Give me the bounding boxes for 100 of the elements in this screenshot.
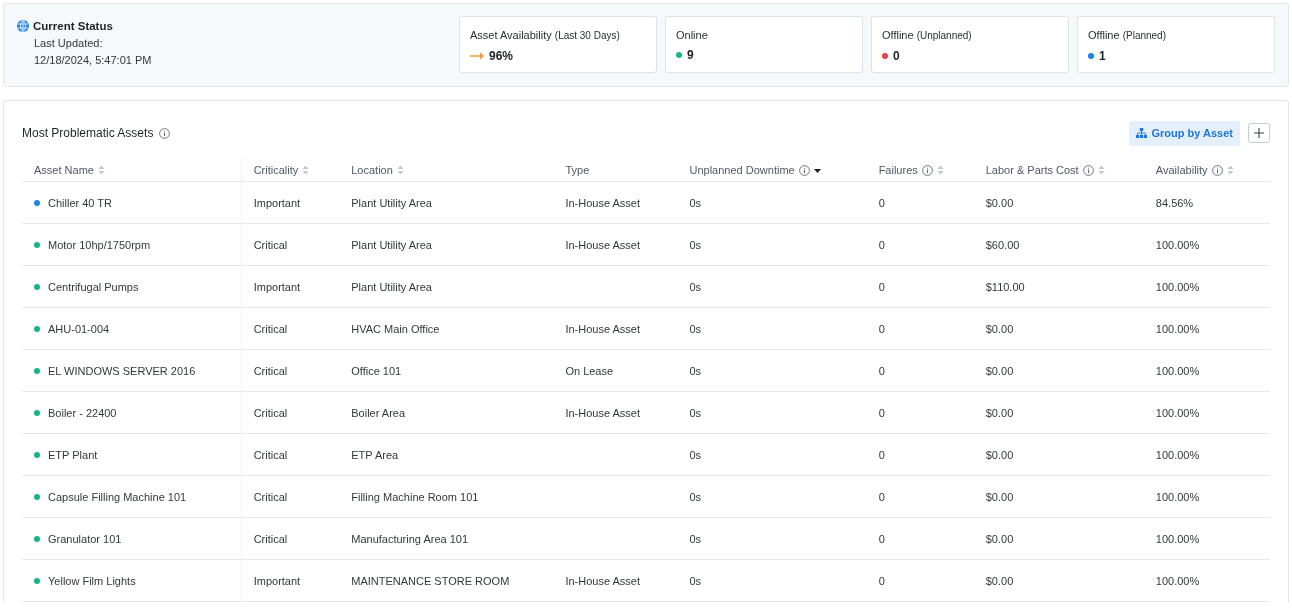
table-cell: On Lease: [553, 349, 678, 392]
table-cell: Important: [241, 559, 340, 602]
sort-icon[interactable]: [302, 165, 310, 175]
column-header[interactable]: Criticality: [253, 164, 310, 176]
stat-value: 0: [893, 49, 900, 63]
table-cell: 0: [866, 517, 974, 560]
table-cell: 100.00%: [1143, 475, 1270, 518]
updated-label: Last Updated:: [34, 36, 104, 51]
table-cell: 0: [866, 475, 974, 518]
table-cell: Important: [241, 265, 340, 308]
asset-name: Yellow Film Lights: [48, 574, 136, 587]
table-cell: Critical: [241, 475, 340, 518]
table-cell: 0s: [677, 559, 867, 602]
info-icon: [1211, 164, 1223, 176]
add-button[interactable]: [1248, 123, 1270, 143]
sort-down-icon[interactable]: [813, 169, 821, 173]
table-cell: 100.00%: [1143, 433, 1270, 476]
panel-title: Most Problematic Assets: [22, 126, 154, 140]
table-cell: 100.00%: [1143, 349, 1270, 392]
table-cell: 0: [866, 559, 974, 602]
table-cell: In-House Asset: [553, 391, 678, 434]
table-cell: 0: [866, 181, 974, 224]
table-cell: $0.00: [973, 307, 1144, 350]
table-cell: MAINTENANCE STORE ROOM: [339, 559, 554, 602]
table-cell: In-House Asset: [553, 307, 678, 350]
table-cell: $0.00: [973, 391, 1144, 434]
table-cell: 0s: [677, 433, 867, 476]
table-cell: Critical: [241, 223, 340, 266]
table-cell: In-House Asset: [553, 223, 678, 266]
table-cell: 100.00%: [1143, 559, 1270, 602]
table-cell: In-House Asset: [553, 181, 678, 224]
table-cell: Filling Machine Room 101: [339, 475, 554, 518]
column-header: Type: [565, 164, 590, 176]
table-cell: 0s: [677, 475, 867, 518]
stat-label: Asset Availability (Last 30 Days): [470, 28, 621, 43]
table-cell: 0s: [677, 181, 867, 224]
table-cell: Critical: [241, 391, 340, 434]
asset-name: EL WINDOWS SERVER 2016: [48, 364, 196, 377]
table-cell: Plant Utility Area: [339, 181, 554, 224]
column-header[interactable]: Unplanned Downtime: [689, 164, 821, 176]
info-icon: [921, 164, 933, 176]
plus-icon: [1254, 128, 1264, 138]
table-cell: 0s: [677, 265, 867, 308]
table-cell: Critical: [241, 307, 340, 350]
column-header[interactable]: Asset Name: [34, 164, 105, 176]
info-icon: [798, 164, 810, 176]
stat-label: Offline (Unplanned): [882, 28, 973, 43]
table-cell: Plant Utility Area: [339, 223, 554, 266]
group-by-button[interactable]: Group by Asset: [1128, 120, 1240, 146]
table-cell: 0: [866, 223, 974, 266]
info-icon: [159, 127, 171, 139]
table-cell: 0s: [677, 223, 867, 266]
table-cell: $110.00: [973, 265, 1144, 308]
column-header[interactable]: Location: [351, 164, 404, 176]
table-cell: $0.00: [973, 433, 1144, 476]
table-cell: 0: [866, 433, 974, 476]
column-header[interactable]: Failures: [878, 164, 944, 176]
table-cell: In-House Asset: [553, 559, 678, 602]
table-cell: 100.00%: [1143, 307, 1270, 350]
asset-name: Chiller 40 TR: [48, 196, 112, 209]
table-cell: Manufacturing Area 101: [339, 517, 554, 560]
info-icon: [1082, 164, 1094, 176]
column-header[interactable]: Labor & Parts Cost: [985, 164, 1105, 176]
table-cell: $60.00: [973, 223, 1144, 266]
table-cell: $0.00: [973, 559, 1144, 602]
table-cell: Critical: [241, 433, 340, 476]
status-title: Current Status: [33, 20, 113, 32]
updated-time: 12/18/2024, 5:47:01 PM: [34, 53, 153, 68]
asset-name: Centrifugal Pumps: [48, 280, 139, 293]
table-cell: 0: [866, 307, 974, 350]
table-cell: $0.00: [973, 517, 1144, 560]
table-cell: 0s: [677, 517, 867, 560]
table-cell: $0.00: [973, 181, 1144, 224]
table-cell: Boiler Area: [339, 391, 554, 434]
table-cell: 100.00%: [1143, 391, 1270, 434]
table-cell: 100.00%: [1143, 223, 1270, 266]
sort-icon[interactable]: [396, 165, 404, 175]
asset-name: ETP Plant: [48, 448, 98, 461]
sort-icon[interactable]: [936, 165, 944, 175]
table-cell: HVAC Main Office: [339, 307, 554, 350]
asset-name: Granulator 101: [48, 532, 122, 545]
sort-icon[interactable]: [1226, 165, 1234, 175]
table-cell: Critical: [241, 349, 340, 392]
column-header[interactable]: Availability: [1155, 164, 1234, 176]
asset-name: AHU-01-004: [48, 322, 110, 335]
table-cell: Critical: [241, 517, 340, 560]
table-cell: 84.56%: [1143, 181, 1270, 224]
asset-name: Boiler - 22400: [48, 406, 117, 419]
asset-name: Capsule Filling Machine 101: [48, 490, 187, 503]
table-cell: 0s: [677, 391, 867, 434]
table-cell: ETP Area: [339, 433, 554, 476]
sort-icon[interactable]: [1097, 165, 1105, 175]
stat-label: Offline (Planned): [1088, 28, 1167, 43]
table-cell: Plant Utility Area: [339, 265, 554, 308]
stat-value: 96%: [489, 49, 514, 63]
asset-name: Motor 10hp/1750rpm: [48, 238, 151, 251]
sort-icon[interactable]: [97, 165, 105, 175]
globe-icon: [17, 20, 29, 32]
table-cell: 0: [866, 265, 974, 308]
table-cell: 0s: [677, 349, 867, 392]
